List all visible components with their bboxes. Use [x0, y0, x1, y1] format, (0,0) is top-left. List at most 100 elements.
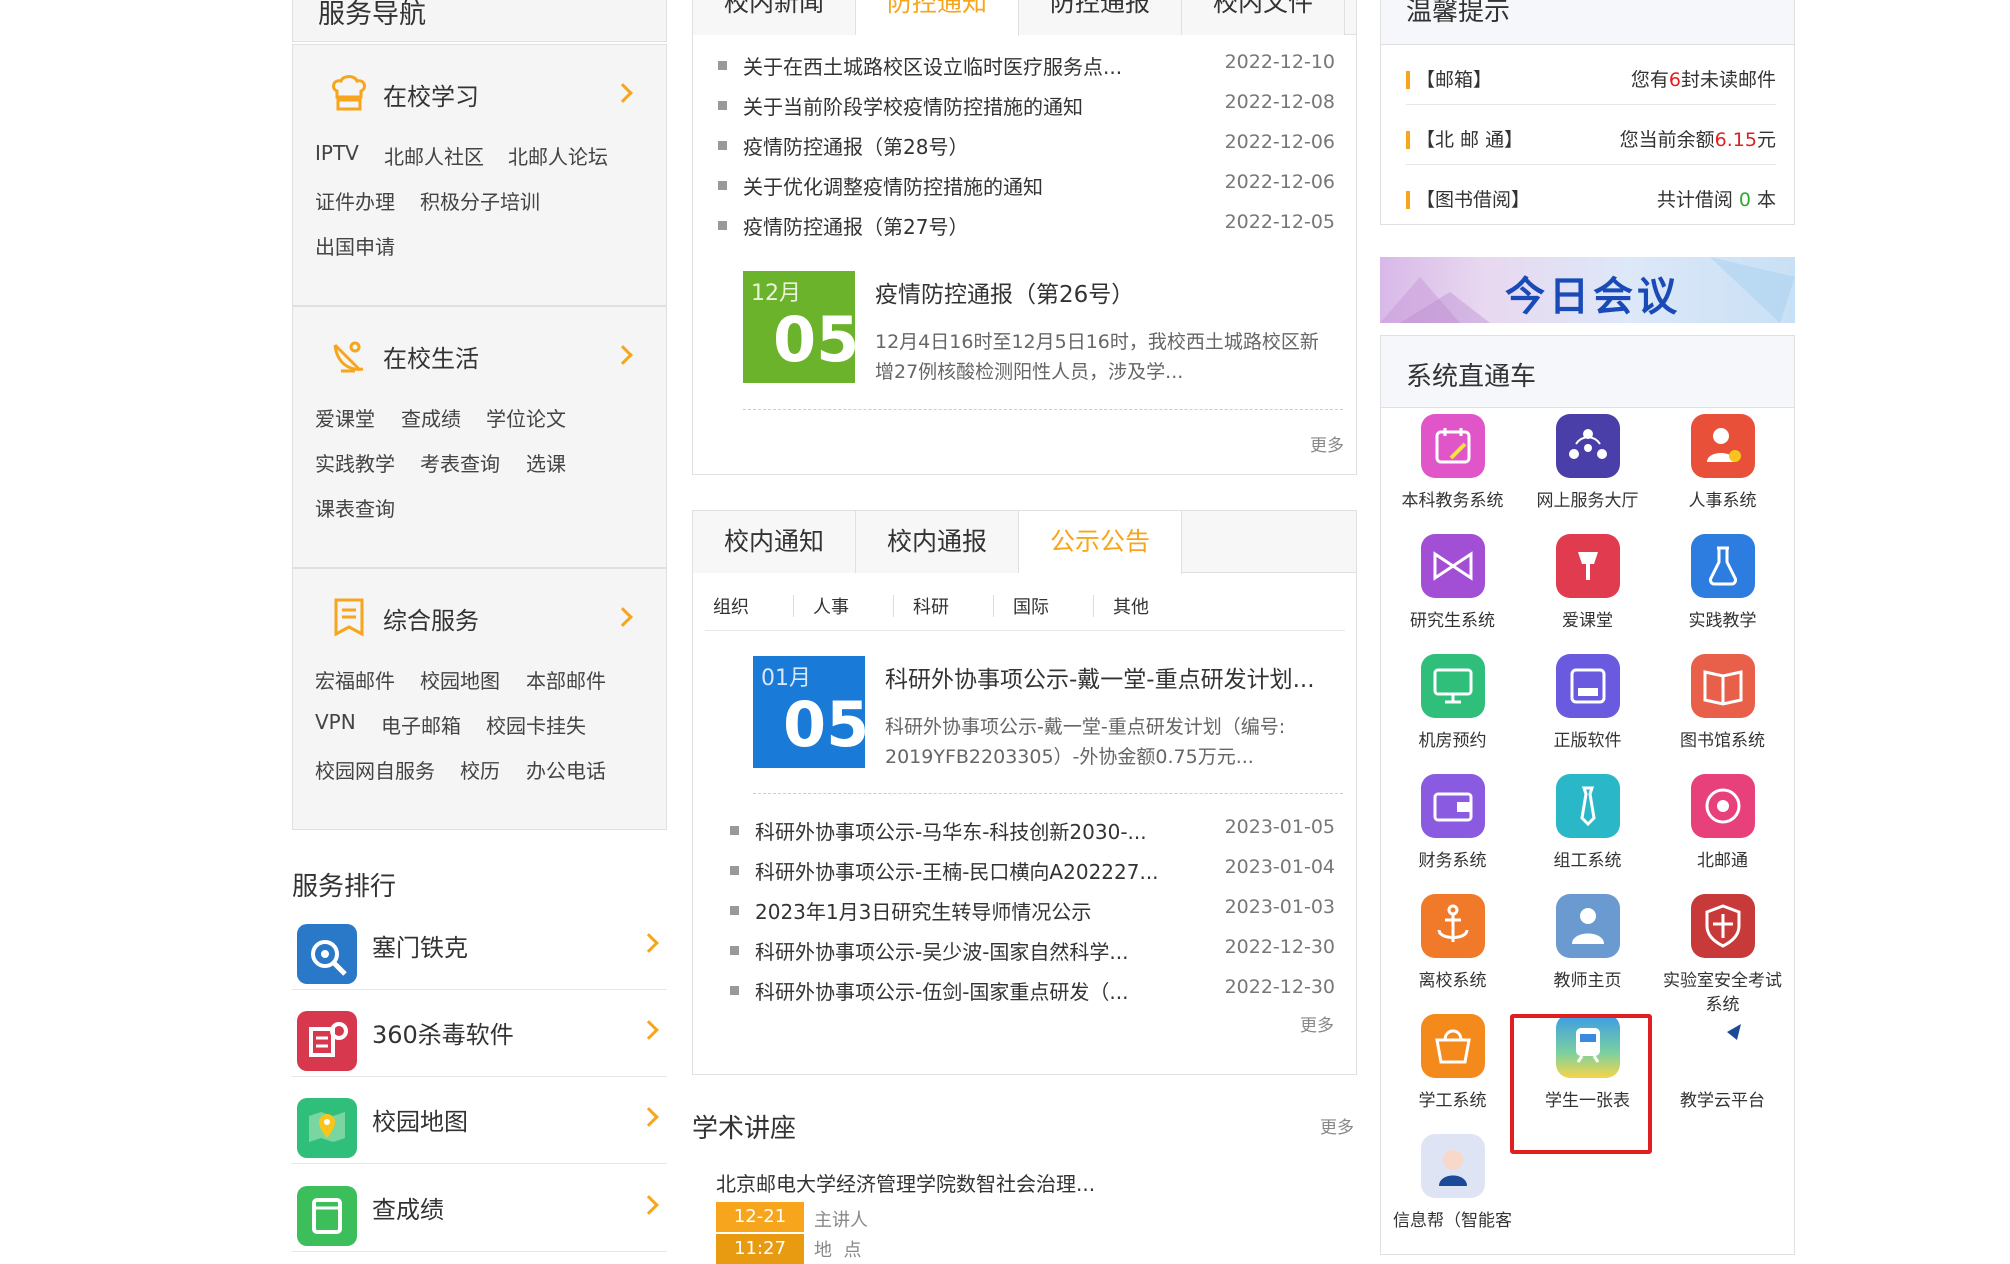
link-vpn[interactable]: VPN — [315, 710, 356, 734]
tab-campus-report[interactable]: 校内通报 — [856, 511, 1019, 573]
tab-public-notice[interactable]: 公示公告 — [1019, 511, 1182, 574]
system-item[interactable]: 爱课堂 — [1520, 534, 1655, 650]
link-thesis[interactable]: 学位论文 — [486, 403, 566, 432]
system-item[interactable]: 实践教学 — [1655, 534, 1790, 650]
link-net-self-service[interactable]: 校园网自服务 — [315, 755, 435, 784]
rank-item-360[interactable]: 360杀毒软件 — [292, 1005, 667, 1077]
date-badge: 12月 05 — [743, 271, 859, 383]
link-certificate[interactable]: 证件办理 — [315, 186, 395, 215]
chevron-right-icon[interactable] — [639, 1195, 659, 1215]
chevron-right-icon[interactable] — [613, 83, 633, 103]
list-item[interactable]: 科研外协事项公示-王楠-民口横向A202227... 2023-01-04 — [730, 856, 1335, 892]
link-email[interactable]: 电子邮箱 — [381, 710, 461, 739]
chevron-right-icon[interactable] — [613, 607, 633, 627]
section-title-general[interactable]: 综合服务 — [383, 601, 479, 636]
link-main-mail[interactable]: 本部邮件 — [526, 665, 606, 694]
link-activist-training[interactable]: 积极分子培训 — [420, 186, 540, 215]
link-timetable[interactable]: 课表查询 — [315, 493, 395, 522]
featured-notice[interactable]: 01月 05 科研外协事项公示-戴一堂-重点研发计划... 科研外协事项公示-戴… — [753, 656, 1343, 771]
chevron-right-icon[interactable] — [639, 1020, 659, 1040]
system-item[interactable]: 教学云平台 — [1655, 1014, 1790, 1130]
rank-item-symantec[interactable]: 塞门铁克 — [292, 918, 667, 990]
link-practice[interactable]: 实践教学 — [315, 448, 395, 477]
list-item[interactable]: 疫情防控通报（第28号） 2022-12-06 — [718, 131, 1335, 167]
featured-title[interactable]: 疫情防控通报（第26号） — [875, 275, 1134, 309]
more-link[interactable]: 更多 — [1300, 1011, 1334, 1036]
subtab-other[interactable]: 其他 — [1113, 593, 1149, 619]
section-title-life[interactable]: 在校生活 — [383, 339, 479, 374]
link-course-select[interactable]: 选课 — [526, 448, 566, 477]
subtab-research[interactable]: 科研 — [913, 593, 949, 619]
link-calendar[interactable]: 校历 — [460, 755, 500, 784]
lecture-more-link[interactable]: 更多 — [1320, 1113, 1354, 1138]
system-item[interactable]: 北邮通 — [1655, 774, 1790, 890]
system-item[interactable]: 财务系统 — [1385, 774, 1520, 890]
bullet — [730, 946, 739, 955]
lecture-item-title[interactable]: 北京邮电大学经济管理学院数智社会治理... — [716, 1168, 1095, 1197]
link-campus-map[interactable]: 校园地图 — [420, 665, 500, 694]
systems-header: 系统直通车 — [1381, 336, 1794, 408]
system-item[interactable]: 研究生系统 — [1385, 534, 1520, 650]
system-item[interactable]: 实验室安全考试 系统 — [1655, 894, 1790, 1015]
rank-item-label: 校园地图 — [372, 1108, 468, 1136]
list-item[interactable]: 关于优化调整疫情防控措施的通知 2022-12-06 — [718, 171, 1335, 207]
system-item[interactable]: 信息帮（智能客 — [1385, 1134, 1520, 1250]
gear-search-icon — [297, 924, 357, 984]
list-item[interactable]: 科研外协事项公示-伍剑-国家重点研发（... 2022-12-30 — [730, 976, 1335, 1012]
link-hongfu-mail[interactable]: 宏福邮件 — [315, 665, 395, 694]
chevron-right-icon[interactable] — [639, 933, 659, 953]
list-item[interactable]: 科研外协事项公示-吴少波-国家自然科学... 2022-12-30 — [730, 936, 1335, 972]
system-item-label: 组工系统 — [1553, 851, 1622, 871]
system-item-label: 正版软件 — [1553, 731, 1622, 751]
more-link[interactable]: 更多 — [1310, 431, 1344, 456]
link-iptv[interactable]: IPTV — [315, 141, 359, 165]
tip-library-row[interactable]: 【图书借阅】 共计借阅 0 本 — [1406, 177, 1776, 217]
lecture-title: 学术讲座 — [692, 1114, 797, 1144]
system-item[interactable]: 机房预约 — [1385, 654, 1520, 770]
link-byr-community[interactable]: 北邮人社区 — [384, 141, 484, 170]
list-item[interactable]: 疫情防控通报（第27号） 2022-12-05 — [718, 211, 1335, 247]
list-item[interactable]: 关于在西土城路校区设立临时医疗服务点... 2022-12-10 — [718, 51, 1335, 87]
tab-campus-files[interactable]: 校内文件 — [1182, 0, 1345, 35]
system-item[interactable]: 教师主页 — [1520, 894, 1655, 1010]
subtab-org[interactable]: 组织 — [713, 593, 749, 619]
section-title-study[interactable]: 在校学习 — [383, 77, 479, 112]
list-item[interactable]: 科研外协事项公示-马华东-科技创新2030-... 2023-01-05 — [730, 816, 1335, 852]
today-meeting-banner[interactable]: 今日会议 — [1380, 257, 1795, 323]
featured-news[interactable]: 12月 05 疫情防控通报（第26号） 12月4日16时至12月5日16时，我校… — [743, 271, 1343, 386]
list-item[interactable]: 关于当前阶段学校疫情防控措施的通知 2022-12-08 — [718, 91, 1335, 127]
system-item[interactable]: 图书馆系统 — [1655, 654, 1790, 770]
tip-pass-row[interactable]: 【北 邮 通】 您当前余额6.15元 — [1406, 117, 1776, 165]
notebook-icon — [297, 1186, 357, 1246]
system-item[interactable]: 学工系统 — [1385, 1014, 1520, 1130]
tip-mail-row[interactable]: 【邮箱】 您有6封未读邮件 — [1406, 57, 1776, 105]
system-item[interactable]: 人事系统 — [1655, 414, 1790, 530]
link-card-loss[interactable]: 校园卡挂失 — [486, 710, 586, 739]
system-item[interactable]: 网上服务大厅 — [1520, 414, 1655, 530]
rank-item-grades[interactable]: 查成绩 — [292, 1180, 667, 1252]
microphone-icon — [1556, 534, 1620, 598]
link-exam-schedule[interactable]: 考表查询 — [420, 448, 500, 477]
rank-item-label: 塞门铁克 — [372, 934, 468, 962]
tab-campus-news[interactable]: 校内新闻 — [693, 0, 856, 35]
tab-prevention-report[interactable]: 防控通报 — [1019, 0, 1182, 35]
featured-title[interactable]: 科研外协事项公示-戴一堂-重点研发计划... — [885, 660, 1315, 694]
link-abroad[interactable]: 出国申请 — [315, 231, 395, 260]
system-item[interactable]: 组工系统 — [1520, 774, 1655, 890]
rank-item-campus-map[interactable]: 校园地图 — [292, 1092, 667, 1164]
tab-prevention-notice[interactable]: 防控通知 — [856, 0, 1019, 36]
system-item[interactable]: 离校系统 — [1385, 894, 1520, 1010]
subtab-international[interactable]: 国际 — [1013, 593, 1049, 619]
list-item[interactable]: 2023年1月3日研究生转导师情况公示 2023-01-03 — [730, 896, 1335, 932]
system-item[interactable]: 本科教务系统 — [1385, 414, 1520, 530]
link-grades[interactable]: 查成绩 — [401, 403, 461, 432]
system-item[interactable]: 正版软件 — [1520, 654, 1655, 770]
service-nav-header: 服务导航 — [292, 0, 667, 42]
chevron-right-icon[interactable] — [639, 1107, 659, 1127]
tab-campus-notice[interactable]: 校内通知 — [693, 511, 856, 573]
link-icourse[interactable]: 爱课堂 — [315, 403, 375, 432]
link-byr-forum[interactable]: 北邮人论坛 — [508, 141, 608, 170]
link-office-phone[interactable]: 办公电话 — [526, 755, 606, 784]
subtab-hr[interactable]: 人事 — [813, 593, 849, 619]
chevron-right-icon[interactable] — [613, 345, 633, 365]
